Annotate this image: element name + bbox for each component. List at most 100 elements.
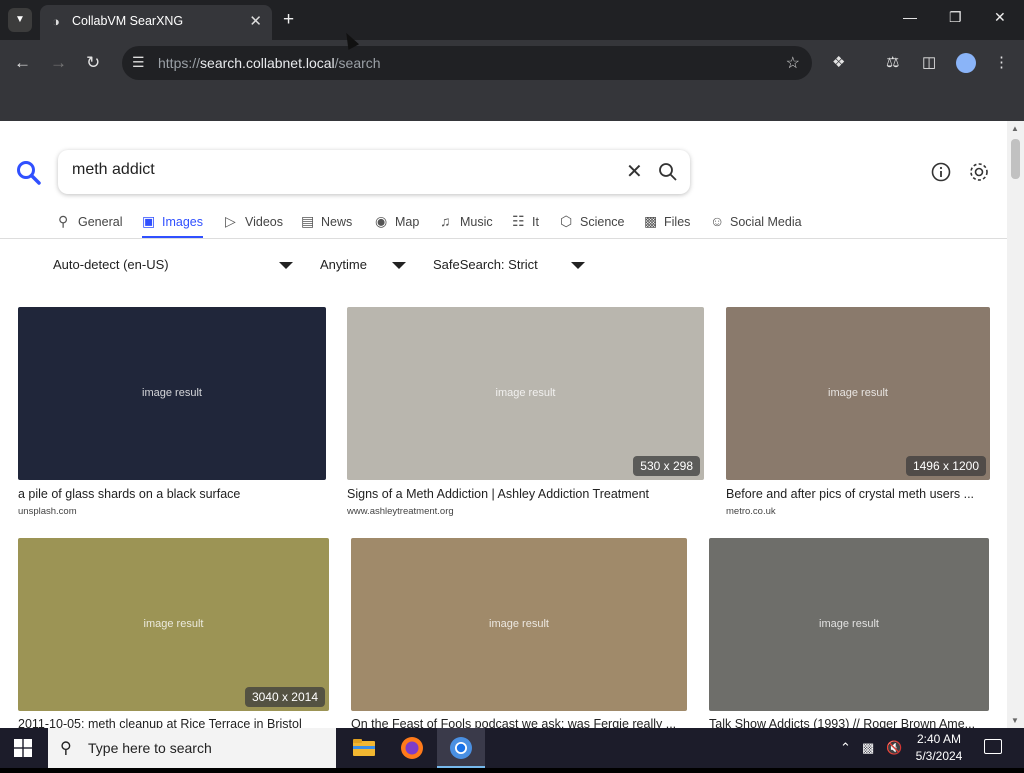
address-bar[interactable]: ☰ https://search.collabnet.local/search … [122, 46, 812, 80]
new-tab-icon[interactable]: + [283, 9, 294, 31]
result-thumbnail-placeholder[interactable]: image result 3040 x 2014 [18, 538, 329, 711]
windows-start-icon[interactable] [14, 739, 32, 757]
url-text[interactable]: https://search.collabnet.local/search [158, 55, 381, 71]
language-select[interactable]: Auto-detect (en-US) [53, 257, 169, 272]
tab-music[interactable]: ♫ Music [440, 213, 493, 229]
result-title[interactable]: Signs of a Meth Addiction | Ashley Addic… [347, 487, 704, 501]
notification-icon[interactable] [984, 739, 1002, 754]
people-icon: ☺ [710, 213, 725, 229]
tab-science[interactable]: ⬡ Science [560, 213, 624, 230]
tab-social-media[interactable]: ☺ Social Media [710, 213, 802, 229]
gear-icon[interactable] [968, 161, 990, 183]
chevron-up-icon[interactable]: ⌃ [840, 740, 851, 756]
map-pin-icon: ◉ [375, 213, 388, 229]
maximize-icon[interactable]: ❐ [949, 9, 962, 26]
science-icon: ⬡ [560, 213, 573, 229]
image-result[interactable]: image result 1496 x 1200 Before and afte… [726, 307, 990, 523]
search-box: ✕ [58, 150, 690, 194]
reload-icon[interactable]: ↻ [86, 53, 100, 73]
result-thumbnail-placeholder[interactable]: image result 1496 x 1200 [726, 307, 990, 480]
image-result[interactable]: image result 3040 x 2014 2011-10-05: met… [18, 538, 329, 728]
tab-news[interactable]: ▤ News [301, 213, 352, 230]
result-source: www.ashleytreatment.org [347, 506, 454, 517]
volume-muted-icon[interactable]: 🔇 [886, 740, 902, 756]
result-title[interactable]: On the Feast of Fools podcast we ask: wa… [351, 717, 687, 728]
placeholder-label: image result [489, 617, 549, 630]
tab-search-icon[interactable]: ▼ [8, 8, 32, 32]
close-icon[interactable]: ✕ [249, 12, 262, 30]
site-settings-icon[interactable]: ☰ [132, 54, 145, 71]
clear-icon[interactable]: ✕ [626, 159, 643, 184]
url-host: search.collabnet.local [200, 55, 335, 71]
searxng-logo-icon[interactable] [16, 160, 42, 186]
category-label: News [321, 215, 353, 229]
browser-tab[interactable]: ◑ CollabVM SearXNG ✕ [40, 5, 272, 40]
file-explorer-icon[interactable] [340, 728, 388, 768]
chevron-down-icon[interactable] [279, 262, 293, 269]
profile-icon[interactable] [956, 53, 976, 73]
category-label: Map [395, 215, 420, 229]
firefox-icon[interactable] [388, 728, 436, 768]
info-icon[interactable] [930, 161, 952, 183]
placeholder-label: image result [143, 617, 204, 630]
image-result[interactable]: image result Talk Show Addicts (1993) //… [709, 538, 989, 728]
tab-images[interactable]: ▣ Images [142, 213, 203, 238]
image-dimensions: 530 x 298 [633, 456, 700, 476]
result-thumbnail-placeholder[interactable]: image result [351, 538, 687, 711]
placeholder-label: image result [495, 386, 556, 399]
tab-general[interactable]: ⚲ General [58, 213, 122, 230]
bookmark-star-icon[interactable]: ☆ [786, 53, 800, 73]
category-label: Social Media [730, 215, 802, 229]
system-clock[interactable]: 2:40 AM 5/3/2024 [906, 731, 972, 765]
clock-date: 5/3/2024 [915, 749, 963, 763]
chevron-down-icon[interactable] [571, 262, 585, 269]
menu-icon[interactable]: ⋮ [994, 53, 1009, 71]
search-icon: ⚲ [58, 213, 69, 229]
back-icon[interactable]: ← [14, 53, 31, 73]
placeholder-label: image result [819, 617, 879, 630]
image-icon: ▣ [142, 213, 156, 229]
tab-map[interactable]: ◉ Map [375, 213, 419, 230]
placeholder-label: image result [828, 386, 888, 399]
result-thumbnail-placeholder[interactable]: image result [709, 538, 989, 711]
result-title[interactable]: a pile of glass shards on a black surfac… [18, 487, 326, 501]
minimize-icon[interactable]: — [903, 9, 917, 25]
image-dimensions: 3040 x 2014 [244, 687, 325, 707]
category-label: General [78, 215, 123, 229]
result-thumbnail-placeholder[interactable]: image result [18, 307, 326, 480]
forward-icon[interactable]: → [50, 53, 67, 73]
taskbar-search[interactable]: ⚲ Type here to search [48, 728, 336, 768]
window-close-icon[interactable]: ✕ [994, 9, 1006, 26]
image-result[interactable]: image result On the Feast of Fools podca… [351, 538, 687, 728]
scroll-up-icon[interactable]: ▲ [1011, 124, 1019, 133]
result-title[interactable]: Before and after pics of crystal meth us… [726, 487, 988, 501]
category-label: Images [162, 215, 203, 229]
extensions-icon[interactable]: ❖ [832, 53, 845, 71]
chevron-down-icon[interactable] [392, 262, 406, 269]
scroll-down-icon[interactable]: ▼ [1011, 716, 1019, 725]
result-title[interactable]: 2011-10-05: meth cleanup at Rice Terrace… [18, 717, 329, 728]
search-icon[interactable] [658, 162, 678, 182]
labs-icon[interactable]: ⚖ [886, 53, 899, 71]
tab-videos[interactable]: ▷ Videos [225, 213, 283, 230]
image-result[interactable]: image result 530 x 298 Signs of a Meth A… [347, 307, 704, 523]
result-source: unsplash.com [18, 506, 77, 517]
image-result[interactable]: image result a pile of glass shards on a… [18, 307, 326, 523]
browser-toolbar: ← → ↻ ☰ https://search.collabnet.local/s… [0, 40, 1024, 121]
chrome-icon[interactable] [437, 728, 485, 768]
searxng-page: ✕ ⚲ General ▣ Images ▷ Videos ▤ News ◉ Map ♫ M… [0, 121, 1007, 728]
category-label: Videos [245, 215, 283, 229]
search-input[interactable] [72, 161, 592, 179]
tab-it[interactable]: ☷ It [512, 213, 539, 230]
time-range-select[interactable]: Anytime [320, 257, 367, 272]
safesearch-select[interactable]: SafeSearch: Strict [433, 257, 538, 272]
tab-files[interactable]: ▩ Files [644, 213, 690, 230]
taskbar-search-placeholder: Type here to search [88, 740, 212, 756]
page-scrollbar[interactable]: ▲ ▼ [1007, 121, 1024, 728]
result-thumbnail-placeholder[interactable]: image result 530 x 298 [347, 307, 704, 480]
side-panel-icon[interactable]: ◫ [922, 53, 936, 71]
result-title[interactable]: Talk Show Addicts (1993) // Roger Brown … [709, 717, 989, 728]
files-icon: ▩ [644, 213, 658, 229]
network-icon[interactable]: ▩ [862, 740, 874, 756]
scroll-thumb[interactable] [1011, 139, 1020, 179]
